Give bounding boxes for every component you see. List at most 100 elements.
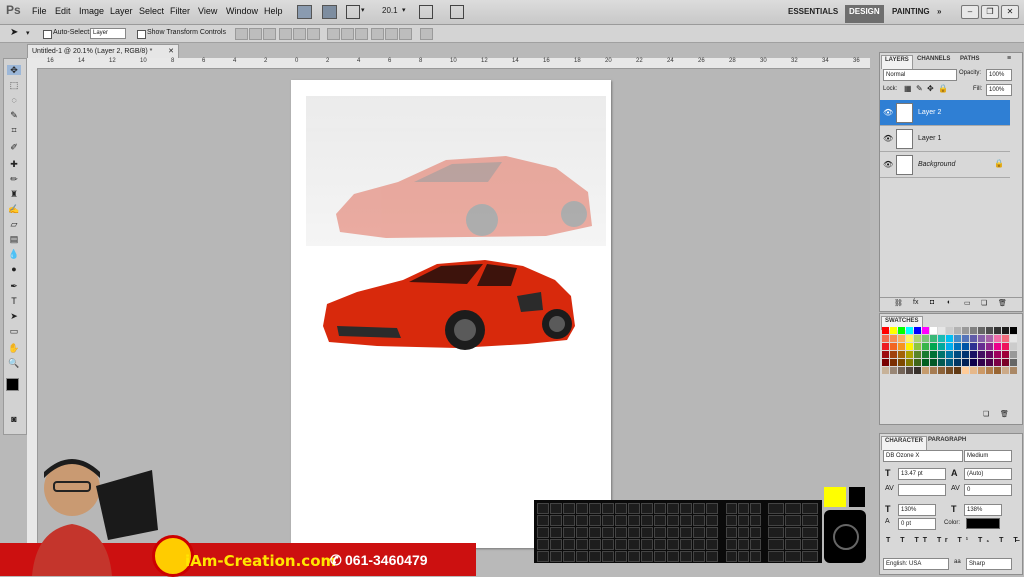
leading-input[interactable]: (Auto) — [964, 468, 1012, 480]
panel-menu-icon[interactable]: ≡ — [1007, 55, 1011, 62]
swatch[interactable] — [970, 367, 977, 374]
swatch[interactable] — [978, 351, 985, 358]
document-canvas[interactable] — [291, 80, 611, 548]
tab-layers[interactable]: LAYERS — [881, 55, 913, 69]
swatch[interactable] — [954, 335, 961, 342]
swatch[interactable] — [954, 367, 961, 374]
swatch[interactable] — [930, 351, 937, 358]
opacity-input[interactable]: 100% — [986, 69, 1012, 81]
bridge-icon[interactable] — [297, 5, 312, 19]
swatch[interactable] — [962, 367, 969, 374]
trash-icon[interactable]: 🗑 — [998, 299, 1007, 307]
swatch[interactable] — [978, 343, 985, 350]
swatch[interactable] — [986, 359, 993, 366]
swatch[interactable] — [890, 335, 897, 342]
swatch[interactable] — [922, 343, 929, 350]
swatch[interactable] — [970, 359, 977, 366]
swatch[interactable] — [946, 359, 953, 366]
tab-character[interactable]: CHARACTER — [881, 436, 927, 450]
swatch[interactable] — [954, 359, 961, 366]
layer-row-background[interactable]: 👁 Background 🔒 — [880, 152, 1010, 178]
swatch[interactable] — [962, 335, 969, 342]
swatch[interactable] — [1002, 367, 1009, 374]
distribute-left-icon[interactable] — [371, 28, 384, 40]
hand-tool-icon[interactable]: ✋ — [7, 343, 21, 353]
swatch[interactable] — [922, 351, 929, 358]
view-extras-icon[interactable] — [346, 5, 360, 19]
swatch[interactable] — [938, 351, 945, 358]
text-style-buttons[interactable]: T T TT Tr T¹ T₁ T T̶ — [886, 537, 1022, 544]
gradient-tool-icon[interactable]: ▤ — [7, 234, 21, 244]
menu-image[interactable]: Image — [79, 6, 104, 16]
tab-paths[interactable]: PATHS — [957, 55, 982, 68]
swatch[interactable] — [1010, 359, 1017, 366]
workspace-more[interactable]: » — [933, 5, 945, 23]
swatch[interactable] — [1010, 343, 1017, 350]
swatch[interactable] — [994, 343, 1001, 350]
swatch[interactable] — [898, 343, 905, 350]
swatch[interactable] — [906, 327, 913, 334]
swatch[interactable] — [914, 327, 921, 334]
swatch[interactable] — [922, 335, 929, 342]
move-tool-icon[interactable]: ✥ — [7, 65, 21, 75]
auto-align-icon[interactable] — [420, 28, 433, 40]
font-family-dropdown[interactable]: DB Ozone X — [883, 450, 963, 462]
horizontal-scale-input[interactable]: 138% — [964, 504, 1002, 516]
text-color-swatch[interactable] — [966, 518, 1000, 529]
swatch[interactable] — [986, 335, 993, 342]
swatch[interactable] — [930, 367, 937, 374]
align-top-icon[interactable] — [235, 28, 248, 40]
menu-layer[interactable]: Layer — [110, 6, 133, 16]
eraser-tool-icon[interactable]: ▱ — [7, 219, 21, 229]
shape-tool-icon[interactable]: ▭ — [7, 326, 21, 336]
workspace-design[interactable]: DESIGN — [845, 5, 884, 23]
swatch[interactable] — [922, 359, 929, 366]
layer-style-icon[interactable]: fx — [913, 299, 918, 306]
menu-window[interactable]: Window — [226, 6, 258, 16]
font-style-dropdown[interactable]: Medium — [964, 450, 1012, 462]
swatch[interactable] — [1002, 351, 1009, 358]
swatch[interactable] — [946, 367, 953, 374]
swatch[interactable] — [1002, 335, 1009, 342]
swatch[interactable] — [954, 327, 961, 334]
swatch[interactable] — [978, 327, 985, 334]
language-dropdown[interactable]: English: USA — [883, 558, 949, 570]
clone-stamp-tool-icon[interactable]: ♜ — [7, 189, 21, 199]
swatch[interactable] — [890, 367, 897, 374]
swatch[interactable] — [906, 367, 913, 374]
swatch[interactable] — [946, 343, 953, 350]
swatch[interactable] — [938, 359, 945, 366]
swatch[interactable] — [882, 335, 889, 342]
eye-icon[interactable]: 👁 — [883, 134, 893, 143]
eyedropper-tool-icon[interactable]: ✐ — [7, 142, 21, 152]
auto-select-checkbox[interactable] — [43, 30, 52, 39]
adjustment-layer-icon[interactable]: ◐ — [947, 299, 951, 306]
layer-row-layer-1[interactable]: 👁 Layer 1 — [880, 126, 1010, 152]
link-layers-icon[interactable]: ⛓ — [894, 299, 903, 307]
swatch[interactable] — [906, 343, 913, 350]
antialias-dropdown[interactable]: Sharp — [966, 558, 1012, 570]
restore-icon[interactable]: ❐ — [981, 5, 999, 19]
swatch[interactable] — [890, 359, 897, 366]
brush-tool-icon[interactable]: ✏ — [7, 174, 21, 184]
swatch[interactable] — [962, 351, 969, 358]
blur-tool-icon[interactable]: 💧 — [7, 249, 21, 259]
swatch[interactable] — [914, 359, 921, 366]
tab-channels[interactable]: CHANNELS — [914, 55, 953, 68]
swatch[interactable] — [954, 343, 961, 350]
path-select-tool-icon[interactable]: ➤ — [7, 311, 21, 321]
swatch[interactable] — [898, 359, 905, 366]
swatch[interactable] — [938, 335, 945, 342]
swatch[interactable] — [922, 327, 929, 334]
swatch[interactable] — [978, 359, 985, 366]
lock-all-icon[interactable]: 🔒 — [938, 84, 948, 93]
lock-pixels-icon[interactable]: ✎ — [916, 84, 923, 93]
swatch[interactable] — [882, 351, 889, 358]
quick-select-tool-icon[interactable]: ✎ — [7, 110, 21, 120]
document-tab[interactable]: Untitled-1 @ 20.1% (Layer 2, RGB/8) * ✕ — [27, 44, 179, 58]
pen-tool-icon[interactable]: ✒ — [7, 281, 21, 291]
swatch[interactable] — [946, 351, 953, 358]
distribute-hcenter-icon[interactable] — [385, 28, 398, 40]
new-layer-icon[interactable]: ❏ — [981, 299, 987, 307]
swatch[interactable] — [986, 343, 993, 350]
